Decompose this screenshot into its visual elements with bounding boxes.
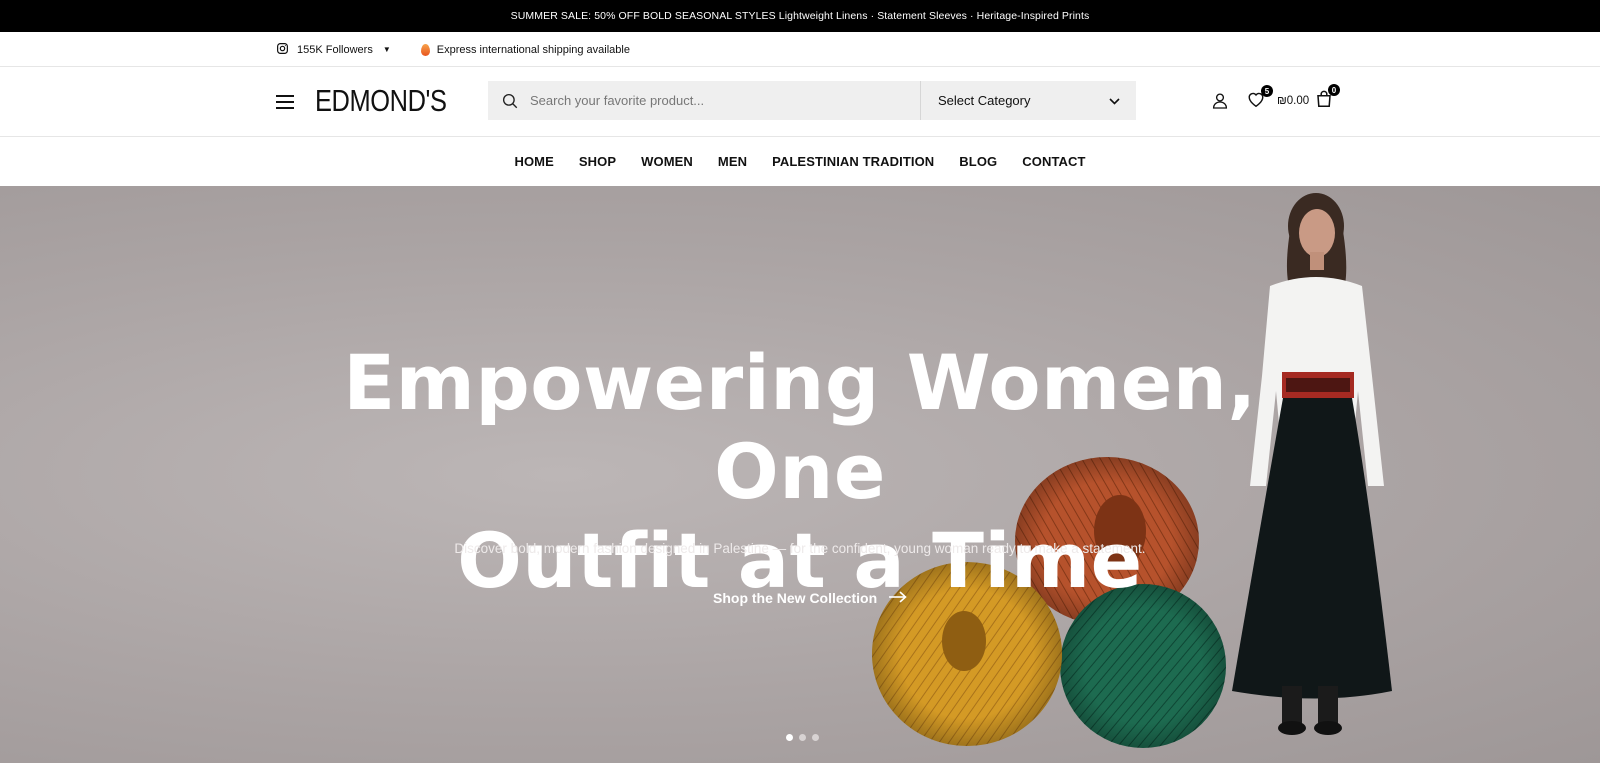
- chevron-down-icon: [1109, 93, 1120, 108]
- hero-headline-line1: Empowering Women, One: [343, 338, 1257, 516]
- account-icon[interactable]: [1211, 91, 1229, 115]
- search-bar: Select Category: [488, 81, 1136, 120]
- hero-subtitle: Discover bold, modern fashion designed i…: [454, 541, 1146, 556]
- flame-icon: [420, 43, 430, 56]
- wishlist-count-badge: 5: [1261, 85, 1273, 97]
- hero-slider: Empowering Women, One Outfit at a Time D…: [0, 186, 1600, 763]
- nav-item-women[interactable]: WOMEN: [641, 154, 693, 169]
- announcement-text: SUMMER SALE: 50% OFF BOLD SEASONAL STYLE…: [510, 10, 1090, 22]
- category-select-label: Select Category: [938, 93, 1031, 108]
- cart-total[interactable]: ₪0.00: [1277, 95, 1309, 107]
- nav-item-shop[interactable]: SHOP: [579, 154, 616, 169]
- followers-dropdown[interactable]: 155K Followers ▼: [276, 42, 391, 58]
- site-logo[interactable]: EDMOND'S: [315, 83, 447, 119]
- shipping-text: Express international shipping available: [436, 43, 630, 56]
- arrow-right-icon: [889, 590, 907, 606]
- slider-dot-3[interactable]: [812, 734, 819, 741]
- wishlist-icon[interactable]: 5: [1247, 85, 1273, 113]
- announcement-bar: SUMMER SALE: 50% OFF BOLD SEASONAL STYLE…: [0, 0, 1600, 32]
- nav-item-men[interactable]: MEN: [718, 154, 747, 169]
- followers-count: 155K Followers: [297, 43, 373, 56]
- nav-item-home[interactable]: HOME: [514, 154, 553, 169]
- main-nav: HOME SHOP WOMEN MEN PALESTINIAN TRADITIO…: [0, 137, 1600, 185]
- caret-down-icon: ▼: [382, 45, 391, 54]
- nav-item-contact[interactable]: CONTACT: [1022, 154, 1085, 169]
- nav-item-palestinian-tradition[interactable]: PALESTINIAN TRADITION: [772, 154, 934, 169]
- cta-label: Shop the New Collection: [713, 590, 878, 606]
- shipping-notice: Express international shipping available: [420, 43, 630, 56]
- cart-bag-icon[interactable]: 0: [1316, 84, 1340, 113]
- slider-dot-1[interactable]: [786, 734, 793, 741]
- shop-new-collection-button[interactable]: Shop the New Collection: [713, 590, 907, 606]
- slider-dot-2[interactable]: [799, 734, 806, 741]
- nav-item-blog[interactable]: BLOG: [959, 154, 997, 169]
- slider-pagination: [786, 734, 819, 741]
- search-input[interactable]: [530, 93, 925, 108]
- category-select[interactable]: Select Category: [920, 81, 1136, 120]
- search-icon[interactable]: [501, 92, 519, 110]
- yarn-ball-green: [1060, 584, 1226, 748]
- top-bar: 155K Followers ▼ Express international s…: [0, 32, 1600, 67]
- cart-count-badge: 0: [1328, 84, 1340, 96]
- instagram-icon: [276, 42, 289, 58]
- hero-headline: Empowering Women, One Outfit at a Time: [300, 338, 1300, 605]
- site-header: EDMOND'S Select Category 5 ₪0.00 0: [0, 67, 1600, 137]
- hamburger-menu-icon[interactable]: [276, 95, 294, 109]
